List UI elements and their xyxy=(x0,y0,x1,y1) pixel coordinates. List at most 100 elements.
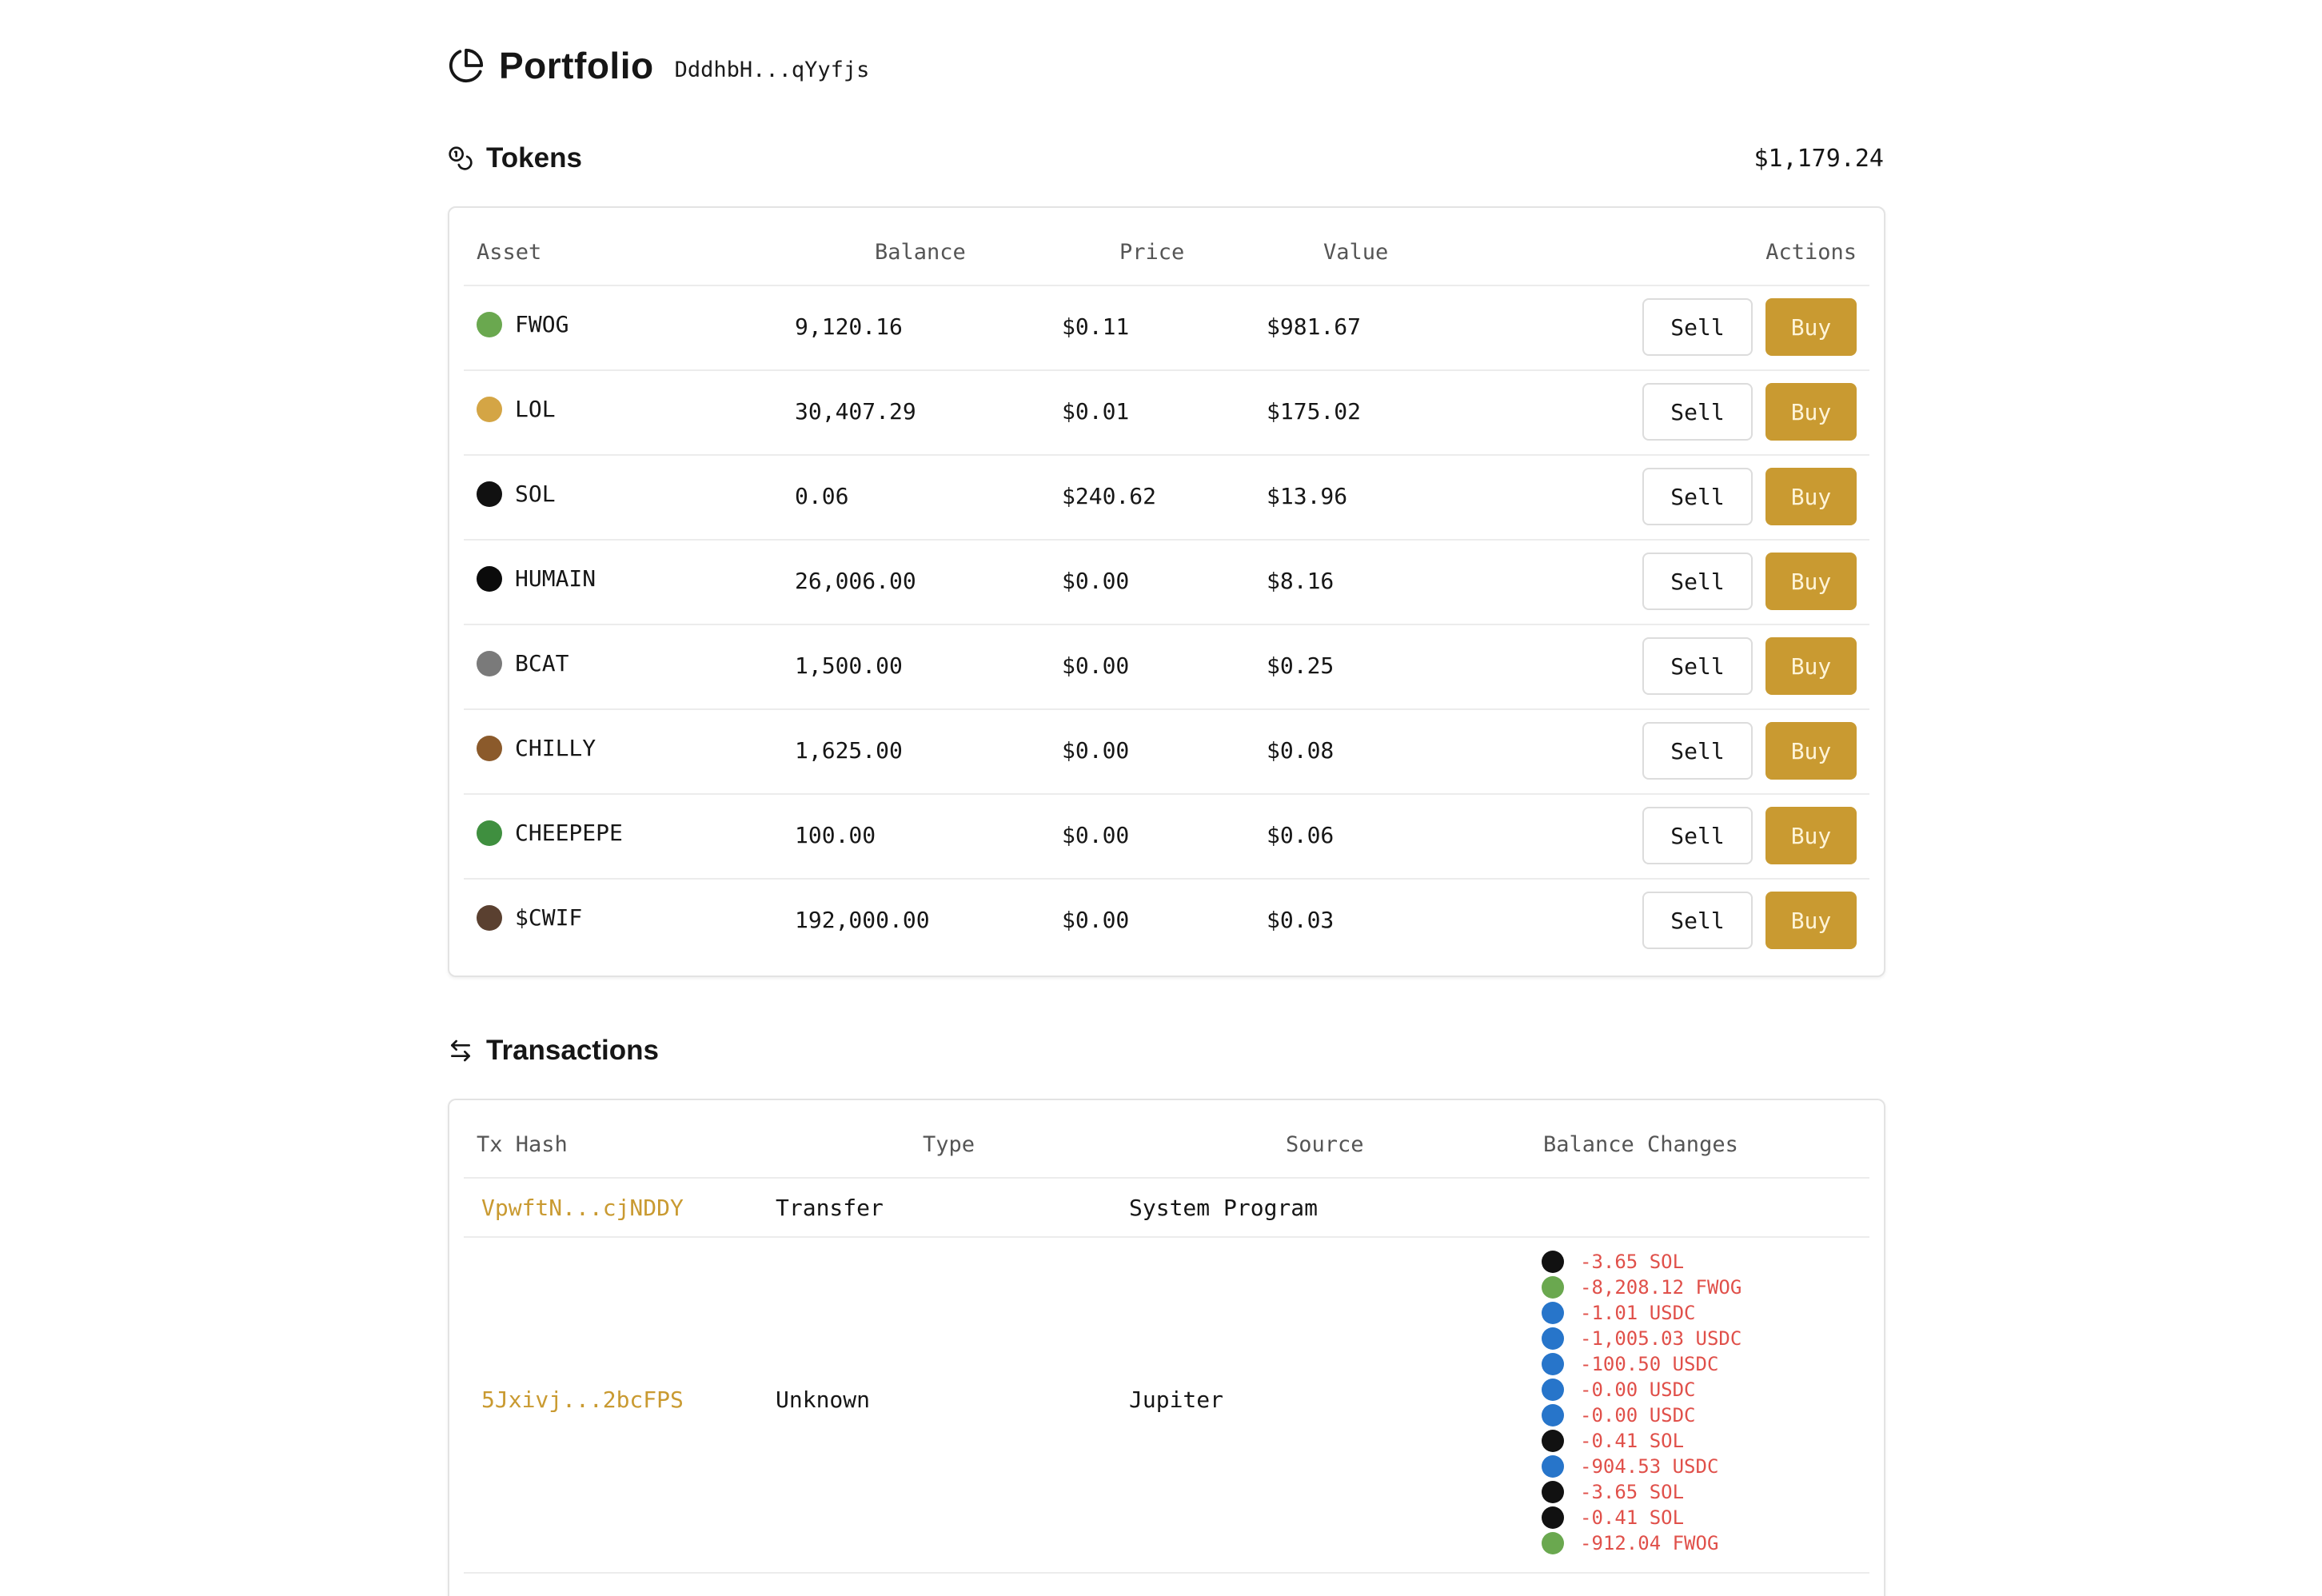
chilly-token-icon xyxy=(477,735,502,761)
page-title: Portfolio xyxy=(499,45,654,86)
usdc-token-icon xyxy=(1542,1353,1564,1375)
tokens-header: Tokens $1,179.24 xyxy=(448,139,1884,178)
balance-change: -3.65 SOL xyxy=(1542,1479,1741,1505)
token-price: $0.00 xyxy=(1062,652,1130,679)
token-symbol: CHILLY xyxy=(515,735,596,761)
token-price: $0.00 xyxy=(1062,907,1130,933)
token-balance: 192,000.00 xyxy=(795,907,930,933)
transactions-table-header: Tx Hash Type Source Balance Changes xyxy=(464,1100,1869,1179)
bcat-token-icon xyxy=(477,650,502,676)
buy-button[interactable]: Buy xyxy=(1765,637,1857,695)
balance-change: -0.41 SOL xyxy=(1542,1505,1741,1530)
buy-button[interactable]: Buy xyxy=(1765,468,1857,525)
token-balance: 1,625.00 xyxy=(795,737,903,764)
token-balance: 26,006.00 xyxy=(795,568,916,594)
balance-change-amount: -1,005.03 USDC xyxy=(1580,1327,1742,1350)
token-symbol: LOL xyxy=(515,396,556,422)
balance-change-amount: -3.65 SOL xyxy=(1580,1251,1685,1273)
token-row: BCAT 1,500.00 $0.00 $0.25 Sell Buy xyxy=(464,624,1869,710)
token-asset: FWOG xyxy=(477,311,569,337)
token-asset: BCAT xyxy=(477,650,569,676)
tx-hash-link[interactable]: 5Jxivj...2bcFPS xyxy=(481,1387,684,1413)
balance-change: -904.53 USDC xyxy=(1542,1454,1741,1479)
buy-button[interactable]: Buy xyxy=(1765,298,1857,356)
usdc-token-icon xyxy=(1542,1404,1564,1426)
balance-change: -912.04 FWOG xyxy=(1542,1530,1741,1556)
balance-change: -1.01 USDC xyxy=(1542,1300,1741,1326)
balance-change: -0.00 USDC xyxy=(1542,1377,1741,1402)
tokens-table-header: Asset Balance Price Value Actions xyxy=(464,208,1869,286)
token-price: $0.00 xyxy=(1062,737,1130,764)
buy-button[interactable]: Buy xyxy=(1765,722,1857,780)
portfolio-total: $1,179.24 xyxy=(1753,144,1884,173)
token-value: $0.06 xyxy=(1267,822,1335,848)
solana-token-icon xyxy=(1542,1506,1564,1529)
token-symbol: $CWIF xyxy=(515,904,583,931)
token-symbol: FWOG xyxy=(515,311,569,337)
col-price: Price xyxy=(1119,240,1185,265)
buy-button[interactable]: Buy xyxy=(1765,383,1857,441)
sell-button[interactable]: Sell xyxy=(1642,892,1753,949)
balance-change-amount: -3.65 SOL xyxy=(1580,1481,1685,1503)
sell-button[interactable]: Sell xyxy=(1642,807,1753,864)
coins-icon xyxy=(449,146,473,170)
frog-token-icon xyxy=(1542,1276,1564,1299)
token-asset: CHILLY xyxy=(477,735,596,761)
tx-source: System Program xyxy=(1129,1195,1319,1221)
token-balance: 30,407.29 xyxy=(795,398,916,425)
transactions-header: Transactions xyxy=(448,1031,1884,1070)
frog-token-icon xyxy=(1542,1532,1564,1554)
token-value: $175.02 xyxy=(1267,398,1362,425)
buy-button[interactable]: Buy xyxy=(1765,892,1857,949)
token-asset: $CWIF xyxy=(477,904,582,931)
sell-button[interactable]: Sell xyxy=(1642,722,1753,780)
wallet-address[interactable]: DddhbH...qYyfjs xyxy=(675,58,870,82)
solana-token-icon xyxy=(1542,1481,1564,1503)
token-asset: SOL xyxy=(477,481,556,507)
frog-token-icon xyxy=(477,311,502,337)
balance-changes: -3.65 SOL -8,208.12 FWOG -1.01 USDC -1,005.… xyxy=(1542,1249,1741,1556)
token-value: $0.03 xyxy=(1267,907,1335,933)
balance-change: -100.50 USDC xyxy=(1542,1351,1741,1377)
col-actions: Actions xyxy=(1765,240,1857,265)
tx-source: Jupiter xyxy=(1129,1387,1224,1413)
token-symbol: BCAT xyxy=(515,650,569,676)
token-asset: CHEEPEPE xyxy=(477,820,623,846)
sell-button[interactable]: Sell xyxy=(1642,298,1753,356)
token-value: $0.08 xyxy=(1267,737,1335,764)
cheepepe-token-icon xyxy=(477,820,502,846)
tx-hash-link[interactable]: VpwftN...cjNDDY xyxy=(481,1195,684,1221)
col-tx-hash: Tx Hash xyxy=(477,1132,568,1157)
balance-change-amount: -0.00 USDC xyxy=(1580,1404,1696,1426)
transaction-row: 5Jxivj...2bcFPS Unknown Jupiter -3.65 SOL -8… xyxy=(464,1236,1869,1574)
col-balance: Balance xyxy=(875,240,966,265)
sell-button[interactable]: Sell xyxy=(1642,637,1753,695)
humain-token-icon xyxy=(477,565,502,592)
buy-button[interactable]: Buy xyxy=(1765,807,1857,864)
col-balance-changes: Balance Changes xyxy=(1543,1132,1738,1157)
token-asset: HUMAIN xyxy=(477,565,596,592)
col-type: Type xyxy=(923,1132,975,1157)
usdc-token-icon xyxy=(1542,1379,1564,1401)
buy-button[interactable]: Buy xyxy=(1765,553,1857,610)
sell-button[interactable]: Sell xyxy=(1642,553,1753,610)
balance-change: -3.65 SOL xyxy=(1542,1249,1741,1275)
token-row: CHILLY 1,625.00 $0.00 $0.08 Sell Buy xyxy=(464,708,1869,795)
col-asset: Asset xyxy=(477,240,542,265)
token-price: $0.01 xyxy=(1062,398,1130,425)
token-symbol: HUMAIN xyxy=(515,565,596,592)
sell-button[interactable]: Sell xyxy=(1642,383,1753,441)
sell-button[interactable]: Sell xyxy=(1642,468,1753,525)
balance-change-amount: -0.00 USDC xyxy=(1580,1379,1696,1401)
balance-change-amount: -912.04 FWOG xyxy=(1580,1532,1719,1554)
balance-change-amount: -0.41 SOL xyxy=(1580,1430,1685,1452)
token-row: FWOG 9,120.16 $0.11 $981.67 Sell Buy xyxy=(464,285,1869,371)
pie-chart-icon xyxy=(449,48,484,83)
token-symbol: SOL xyxy=(515,481,556,507)
balance-change: -8,208.12 FWOG xyxy=(1542,1275,1741,1300)
tokens-title: Tokens xyxy=(486,142,582,174)
tokens-table: Asset Balance Price Value Actions FWOG 9,… xyxy=(448,206,1885,977)
token-value: $13.96 xyxy=(1267,483,1348,509)
balance-change-amount: -1.01 USDC xyxy=(1580,1302,1696,1324)
token-balance: 1,500.00 xyxy=(795,652,903,679)
